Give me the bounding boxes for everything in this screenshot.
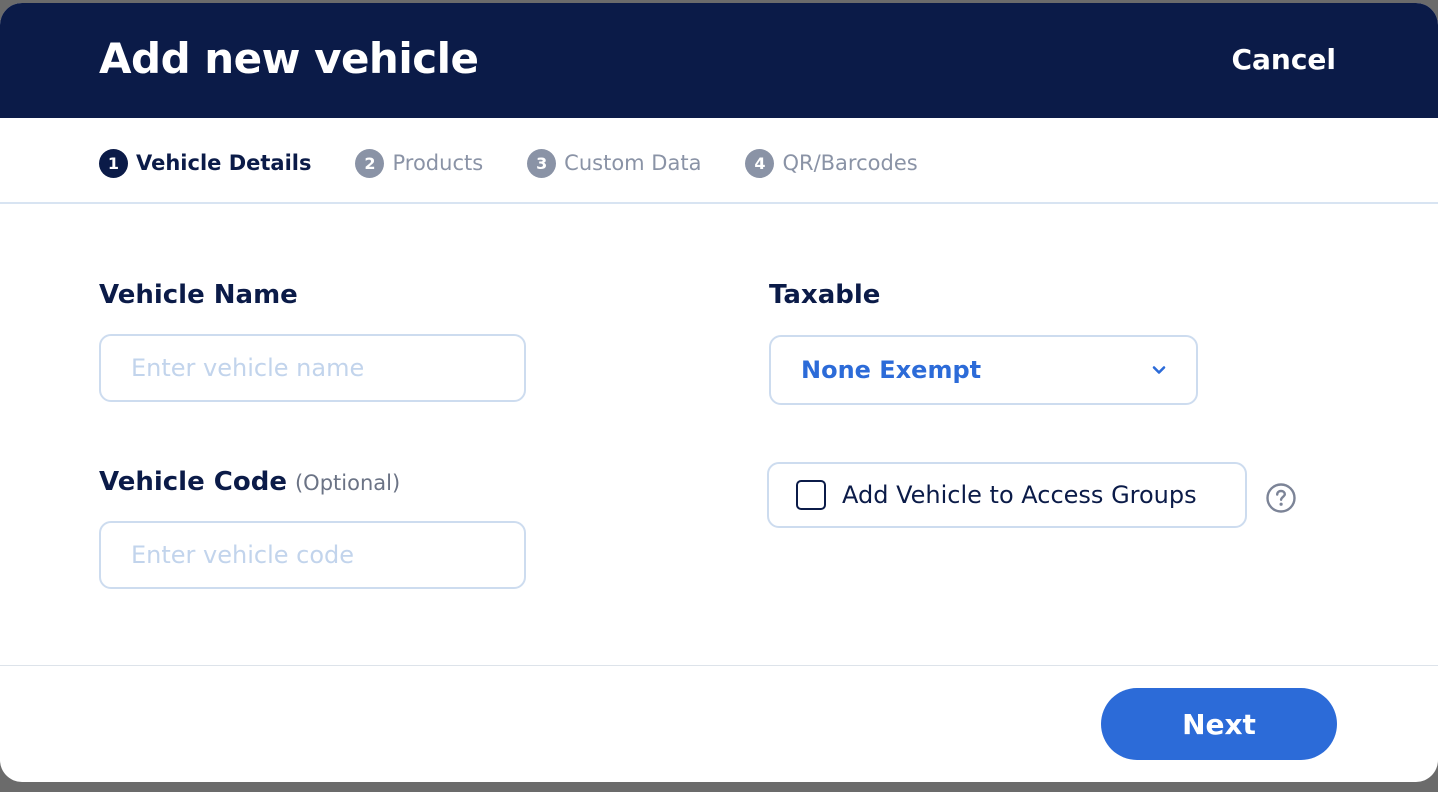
footer-divider <box>0 665 1438 666</box>
access-groups-checkbox[interactable] <box>796 480 826 510</box>
modal-title: Add new vehicle <box>99 34 479 83</box>
step-vehicle-details[interactable]: 1 Vehicle Details <box>99 148 312 178</box>
modal-header: Add new vehicle Cancel <box>0 3 1438 118</box>
vehicle-name-input[interactable] <box>99 334 526 402</box>
stepper-divider <box>0 202 1438 204</box>
question-circle-icon[interactable] <box>1265 482 1297 514</box>
taxable-selected-value: None Exempt <box>801 356 982 384</box>
step-products[interactable]: 2 Products <box>355 148 484 178</box>
optional-hint: (Optional) <box>294 471 401 495</box>
step-label: Vehicle Details <box>136 151 312 175</box>
step-label: Custom Data <box>564 151 702 175</box>
access-groups-label: Add Vehicle to Access Groups <box>842 481 1197 509</box>
step-custom-data[interactable]: 3 Custom Data <box>527 148 702 178</box>
vehicle-code-input[interactable] <box>99 521 526 589</box>
stepper: 1 Vehicle Details 2 Products 3 Custom Da… <box>99 146 962 180</box>
vehicle-code-label-row: Vehicle Code (Optional) <box>99 467 400 497</box>
taxable-select[interactable]: None Exempt <box>769 335 1198 405</box>
step-number: 3 <box>527 148 557 178</box>
chevron-down-icon <box>1152 366 1166 374</box>
vehicle-code-label: Vehicle Code <box>99 467 287 497</box>
step-qr-barcodes[interactable]: 4 QR/Barcodes <box>745 148 918 178</box>
step-label: Products <box>392 151 484 175</box>
step-label: QR/Barcodes <box>782 151 918 175</box>
access-groups-option[interactable]: Add Vehicle to Access Groups <box>767 462 1247 528</box>
add-vehicle-modal: Add new vehicle Cancel 1 Vehicle Details… <box>0 3 1438 782</box>
step-number: 2 <box>355 148 385 178</box>
vehicle-name-label: Vehicle Name <box>99 280 298 310</box>
taxable-label: Taxable <box>769 280 881 310</box>
cancel-button[interactable]: Cancel <box>1231 43 1336 76</box>
step-number: 1 <box>99 148 128 178</box>
next-button[interactable]: Next <box>1101 688 1337 760</box>
step-number: 4 <box>745 148 775 178</box>
